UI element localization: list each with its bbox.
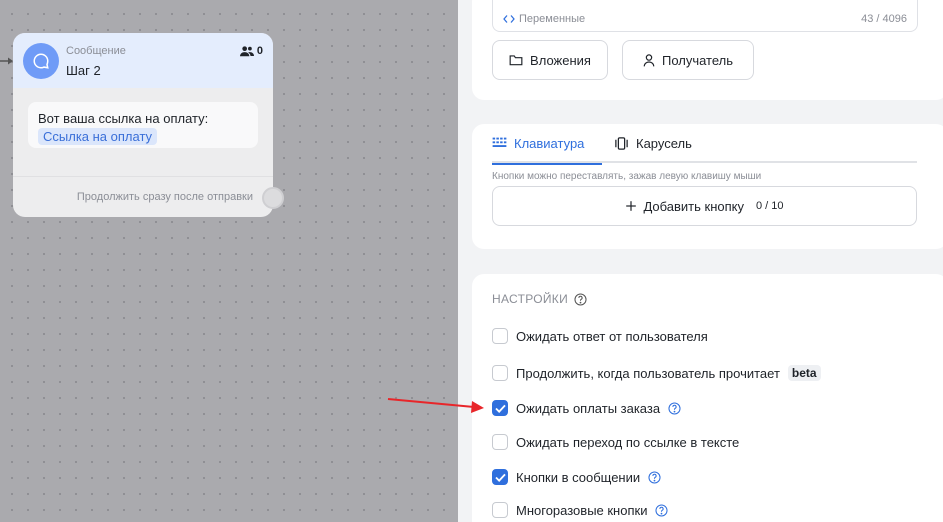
help-icon[interactable] [655, 503, 669, 517]
button-count: 0 / 10 [756, 200, 784, 212]
checkbox-unchecked[interactable] [492, 328, 508, 344]
option-wait-link-click[interactable]: Ожидать переход по ссылке в тексте [492, 432, 739, 452]
tab-keyboard-label: Клавиатура [514, 136, 585, 151]
keyboard-icon [492, 137, 507, 147]
option-buttons-in-message[interactable]: Кнопки в сообщении [492, 467, 661, 487]
flow-canvas[interactable]: Сообщение Шаг 2 0 Вот ваша ссылка на опл… [0, 0, 458, 522]
node-user-count: 0 [239, 45, 263, 57]
node-continue-label: Продолжить сразу после отправки [76, 191, 253, 203]
node-divider [13, 176, 273, 177]
message-text-footer: Переменные 43 / 4096 [492, 0, 918, 32]
node-output-port[interactable] [262, 187, 284, 209]
checkbox-unchecked[interactable] [492, 434, 508, 450]
user-count-value: 0 [256, 45, 263, 57]
checkbox-unchecked[interactable] [492, 502, 508, 518]
option-label: Ожидать оплаты заказа [516, 400, 661, 416]
char-counter: 43 / 4096 [861, 13, 907, 25]
settings-card: НАСТРОЙКИ Ожидать ответ от пользователя … [472, 274, 943, 522]
plus-icon [626, 201, 637, 211]
folder-icon [509, 55, 523, 66]
beta-badge: beta [787, 365, 821, 381]
attachments-label: Вложения [530, 52, 591, 68]
checkbox-checked[interactable] [492, 469, 508, 485]
code-brackets-icon [503, 15, 515, 23]
option-wait-user-reply[interactable]: Ожидать ответ от пользователя [492, 326, 708, 346]
node-header: Сообщение Шаг 2 0 [13, 33, 273, 88]
settings-heading: НАСТРОЙКИ [492, 292, 587, 306]
tab-carousel-label: Карусель [636, 136, 692, 151]
message-card: Переменные 43 / 4096 Вложения Получатель [472, 0, 943, 100]
recipient-button[interactable]: Получатель [622, 40, 754, 80]
help-icon[interactable] [648, 470, 661, 484]
option-label: Ожидать переход по ссылке в тексте [516, 434, 740, 450]
node-message-text: Вот ваша ссылка на оплату: [38, 111, 209, 126]
keyboard-tabs: Клавиатура Карусель [492, 136, 917, 165]
message-icon [23, 43, 59, 79]
node-message-link: Ссылка на оплату [38, 128, 158, 145]
node-message-preview: Вот ваша ссылка на оплату: Ссылка на опл… [28, 102, 258, 148]
tab-keyboard[interactable]: Клавиатура [492, 136, 602, 165]
recipient-label: Получатель [661, 52, 734, 68]
keyboard-card: Клавиатура Карусель Кнопки можно переста… [472, 124, 943, 249]
add-button-button[interactable]: Добавить кнопку 0 / 10 [492, 186, 917, 226]
carousel-icon [615, 137, 628, 150]
message-node-step-2[interactable]: Сообщение Шаг 2 0 Вот ваша ссылка на опл… [13, 33, 284, 217]
help-icon[interactable] [668, 401, 681, 415]
keyboard-hint: Кнопки можно переставлять, зажав левую к… [492, 171, 762, 182]
check-icon [494, 473, 506, 482]
option-reusable-buttons[interactable]: Многоразовые кнопки [492, 500, 669, 520]
node-type-label: Сообщение [66, 45, 126, 57]
incoming-connection-arrow [0, 57, 13, 65]
option-label: Многоразовые кнопки [516, 502, 648, 518]
checkbox-checked[interactable] [492, 400, 508, 416]
help-icon[interactable] [574, 292, 587, 306]
node-title: Шаг 2 [66, 63, 101, 78]
add-button-label: Добавить кнопку [643, 198, 744, 214]
attachments-button[interactable]: Вложения [492, 40, 608, 80]
option-label: Продолжить, когда пользователь прочитает [516, 365, 780, 381]
check-icon [494, 404, 506, 413]
variables-button[interactable]: Переменные [503, 13, 585, 25]
checkbox-unchecked[interactable] [492, 365, 508, 381]
tab-carousel[interactable]: Карусель [614, 136, 692, 163]
users-icon [239, 46, 254, 57]
settings-title: НАСТРОЙКИ [492, 292, 569, 306]
option-continue-on-read[interactable]: Продолжить, когда пользователь прочитает… [492, 363, 821, 383]
annotation-arrow-icon [387, 398, 484, 413]
option-label: Ожидать ответ от пользователя [516, 328, 708, 344]
option-wait-payment[interactable]: Ожидать оплаты заказа [492, 398, 681, 418]
user-icon [643, 53, 655, 66]
option-label: Кнопки в сообщении [516, 469, 641, 485]
settings-panel: Переменные 43 / 4096 Вложения Получатель [458, 0, 943, 522]
variables-label: Переменные [519, 13, 586, 25]
